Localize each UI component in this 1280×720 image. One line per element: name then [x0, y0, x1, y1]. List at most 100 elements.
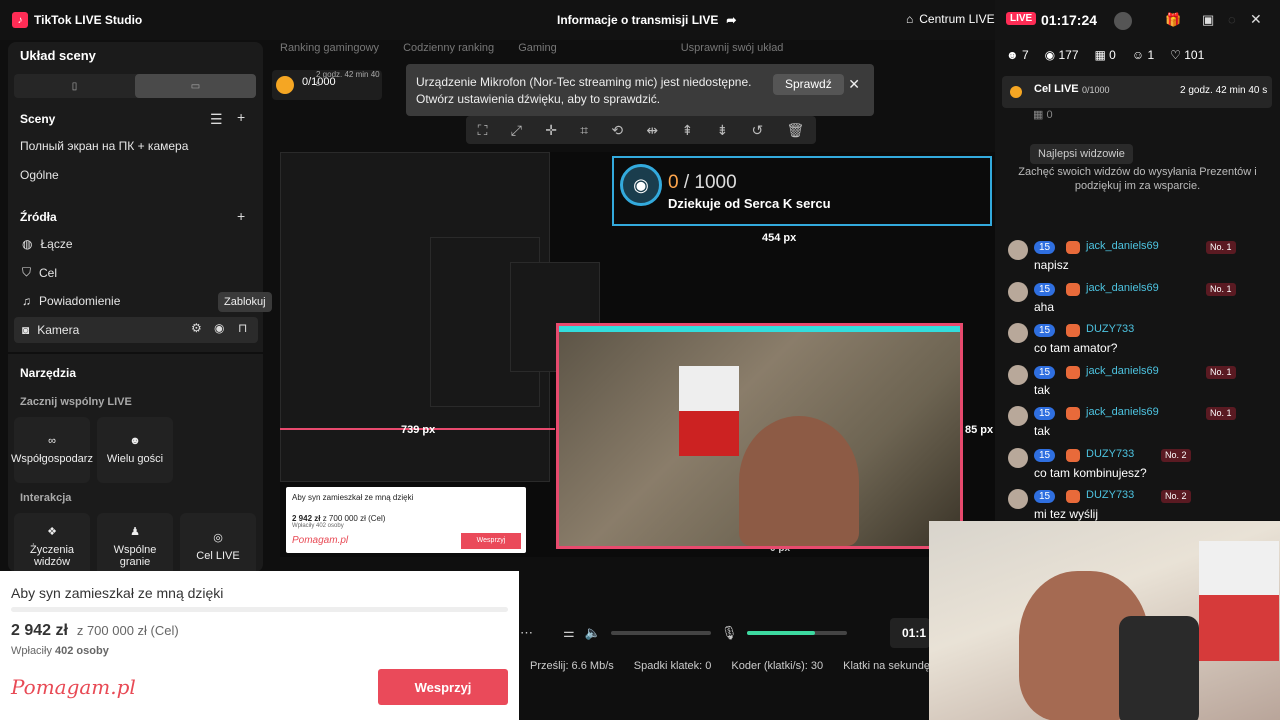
add-source-icon[interactable]: + [237, 208, 245, 224]
settings-icon[interactable]: ⚙ [191, 321, 202, 335]
layer-down-icon[interactable]: ⇟ [716, 122, 728, 139]
tab-gaming-ranking[interactable]: Ranking gamingowy [280, 42, 379, 60]
follows-stat: ☺ 1 [1131, 48, 1155, 62]
more-icon[interactable]: ⋯ [520, 625, 533, 641]
chat-message[interactable]: 15 jack_daniels69 No. 1 aha [1000, 278, 1280, 320]
chat-username[interactable]: DUZY733 [1086, 448, 1134, 460]
camera-source[interactable] [556, 323, 963, 549]
fundraiser-overlay[interactable]: Aby syn zamieszkał ze mną dzięki 2 942 z… [286, 487, 526, 553]
level-badge: 15 [1034, 324, 1056, 337]
fan-badge-icon [1066, 365, 1080, 379]
overlay-card-target: z 700 000 zł (Cel) [322, 514, 386, 523]
encourage-text: Zachęć swoich widzów do wysyłania Prezen… [1018, 166, 1257, 192]
likes-stat: ♡ 101 [1170, 48, 1205, 62]
live-stats: ☻ 7 ◉ 177 ▦ 0 ☺ 1 ♡ 101 [1006, 48, 1204, 62]
speaker-volume-slider[interactable] [610, 631, 711, 635]
coplay-button[interactable]: ♟ Wspólne granie [97, 513, 173, 579]
fan-badge-icon [1066, 324, 1080, 337]
support-button[interactable]: Wesprzyj [378, 669, 508, 705]
live-goal-button[interactable]: ◎ Cel LIVE [180, 513, 256, 579]
avatar[interactable] [1008, 240, 1028, 260]
chat-text: co tam amator? [1034, 341, 1118, 355]
trash-icon[interactable]: 🗑 [786, 122, 804, 139]
encoder-stat: Koder (klatki/s): 30 [731, 660, 824, 672]
crop-icon[interactable]: ⌗ [580, 122, 588, 139]
overlay-card-donors: Wpłaciły 402 osoby [292, 523, 344, 529]
chat-username[interactable]: jack_daniels69 [1086, 240, 1159, 252]
gifts-count: 0 [1109, 48, 1116, 62]
share-icon[interactable]: ➦ [726, 13, 736, 27]
scene-item[interactable]: Ogólne [20, 168, 59, 182]
coop-title: Zacznij wspólny LIVE [20, 396, 132, 408]
top-viewers-button[interactable]: Najlepsi widzowie [1030, 144, 1133, 164]
speaker-icon[interactable]: 🔈 [585, 625, 601, 641]
chat-username[interactable]: DUZY733 [1086, 489, 1134, 501]
mic-icon[interactable]: 🎙 [721, 625, 738, 641]
check-button[interactable]: Sprawdź [773, 74, 844, 95]
lock-icon[interactable]: ⊓ [238, 321, 247, 335]
rank-badge: No. 1 [1206, 365, 1236, 379]
live-center-button[interactable]: ⌂ Centrum LIVE [906, 12, 995, 26]
scene-item[interactable]: Полный экран на ПК + камера [20, 139, 188, 153]
chat-message[interactable]: 15 DUZY733 No. 2 co tam kombinujesz? [1000, 444, 1280, 486]
overlay-card-title: Aby syn zamieszkał ze mną dzięki [292, 493, 414, 502]
chat-message[interactable]: 15 DUZY733 co tam amator? [1000, 319, 1280, 361]
flip-icon[interactable]: ⇹ [646, 122, 658, 139]
avatar[interactable] [1008, 406, 1028, 426]
app-brand: ♪ TikTok LIVE Studio [12, 12, 142, 28]
source-link[interactable]: ◍ Łącze [22, 237, 73, 251]
chat-message[interactable]: 15 jack_daniels69 No. 1 napisz [1000, 236, 1280, 278]
chat-username[interactable]: jack_daniels69 [1086, 365, 1159, 377]
source-notification[interactable]: ♫ Powiadomienie [22, 294, 120, 308]
chat-username[interactable]: jack_daniels69 [1086, 282, 1159, 294]
tools-title: Narzędzia [20, 366, 77, 380]
source-camera[interactable]: ◙ Kamera [22, 323, 79, 337]
close-icon[interactable]: ✕ [848, 76, 860, 93]
donors-label: Wpłaciły [11, 645, 52, 657]
tab-daily-ranking[interactable]: Codzienny ranking [403, 42, 494, 60]
eye-icon[interactable]: ◉ [214, 321, 224, 335]
webcam-overlay [929, 521, 1280, 720]
tab-gaming[interactable]: Gaming [518, 42, 557, 60]
upload-stat: Prześlij: 6.6 Mb/s [530, 660, 614, 672]
orientation-toggle[interactable]: ▯ ▭ [14, 74, 256, 98]
wishes-button[interactable]: ❖ Życzenia widzów [14, 513, 90, 579]
stream-info-title[interactable]: Informacje o transmisji LIVE ➦ [557, 13, 736, 27]
avatar[interactable] [1114, 12, 1132, 30]
layer-up-icon[interactable]: ⇞ [681, 122, 693, 139]
multi-guest-button[interactable]: ☻ Wielu gości [97, 417, 173, 483]
cohost-button[interactable]: ∞ Współgospodarz [11, 417, 93, 483]
center-icon[interactable]: ✛ [545, 122, 557, 139]
avatar[interactable] [1008, 364, 1028, 385]
avatar[interactable] [1008, 489, 1028, 509]
gifts-stat: ▦ 0 [1094, 48, 1116, 62]
live-goal-overlay[interactable]: ◉ 0 / 1000 Dziekuje od Serca K sercu [612, 156, 992, 226]
avatar[interactable] [1008, 323, 1028, 343]
mic-volume-slider[interactable] [747, 631, 848, 635]
close-window-icon[interactable]: ✕ [1250, 11, 1262, 28]
avatar[interactable] [1008, 281, 1028, 302]
chat-message[interactable]: 15 jack_daniels69 No. 1 tak [1000, 402, 1280, 444]
source-goal[interactable]: ⛉ Cel [22, 265, 57, 280]
list-icon[interactable]: ☰ [210, 111, 223, 128]
undo-icon[interactable]: ↺ [751, 122, 763, 139]
rotate-icon[interactable]: ⟲ [611, 122, 623, 139]
add-scene-icon[interactable]: + [237, 109, 245, 125]
portrait-option[interactable]: ▯ [14, 74, 135, 98]
home-icon: ⌂ [906, 12, 914, 26]
gifts-zero: ▦ 0 [1033, 109, 1053, 121]
rank-badge: No. 1 [1206, 407, 1236, 420]
expand-icon[interactable]: ⤢ [511, 122, 522, 139]
avatar[interactable] [1008, 447, 1028, 468]
chat-username[interactable]: DUZY733 [1086, 323, 1134, 335]
mixer-icon[interactable]: ⚌ [563, 625, 575, 641]
landscape-option[interactable]: ▭ [135, 74, 256, 98]
live-goal-box[interactable]: Cel LIVE 0/1000 2 godz. 42 min 40 s [1002, 76, 1272, 108]
chat-username[interactable]: jack_daniels69 [1086, 406, 1159, 418]
tab-improve-layout[interactable]: Usprawnij swój układ [681, 42, 784, 60]
chat-message[interactable]: 15 jack_daniels69 No. 1 tak [1000, 361, 1280, 403]
link-icon: ∞ [48, 435, 56, 447]
window-icon[interactable]: ▣ [1202, 12, 1214, 28]
fit-icon[interactable]: ⛶ [478, 122, 488, 139]
gift-box-icon[interactable]: 🎁 [1165, 12, 1181, 28]
